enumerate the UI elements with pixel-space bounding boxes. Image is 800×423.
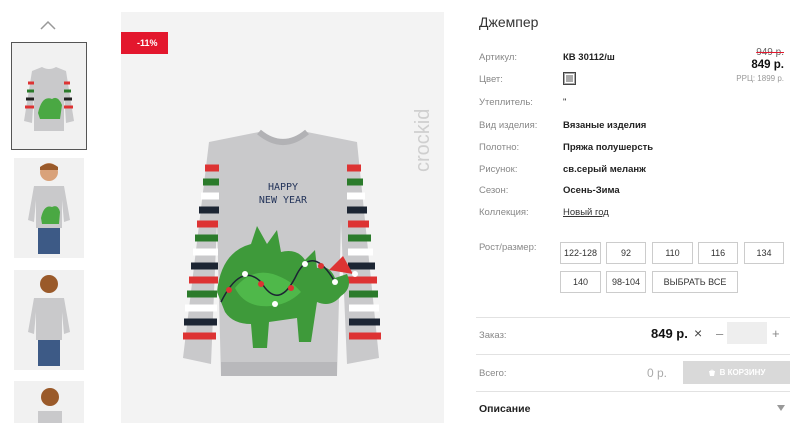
add-to-cart-label: В КОРЗИНУ (719, 368, 766, 377)
thumbnail-model-front[interactable] (14, 158, 84, 258)
thumbnail-model-side[interactable] (14, 381, 84, 423)
thumbnail-front[interactable] (11, 42, 87, 150)
product-main-image[interactable]: -11% crockid HAPPY NEW YEAR (121, 12, 444, 423)
quantity-increase-button[interactable]: + (772, 326, 780, 341)
thumbnail-front-image (12, 43, 86, 149)
pattern-label: Рисунок: (479, 164, 518, 175)
size-option-134[interactable]: 134 (744, 242, 784, 264)
sweater-text-line1: HAPPY (268, 182, 298, 193)
divider (476, 391, 790, 392)
divider (476, 317, 790, 318)
article-label: Артикул: (479, 52, 518, 63)
size-option-140[interactable]: 140 (560, 271, 601, 293)
recommended-retail-price: РРЦ: 1899 р. (736, 74, 784, 83)
fabric-value: Пряжа полушерсть (563, 142, 654, 153)
sweater-text-line2: NEW YEAR (259, 195, 308, 206)
fabric-label: Полотно: (479, 142, 520, 153)
order-price: 849 р. (651, 326, 688, 341)
thumbnail-model-back-image (14, 270, 84, 370)
article-value: КВ 30112/ш (563, 52, 615, 63)
size-option-92[interactable]: 92 (606, 242, 646, 264)
insulation-label: Утеплитель: (479, 97, 533, 108)
thumbnail-model-side-image (14, 381, 84, 423)
season-label: Сезон: (479, 185, 509, 196)
size-option-110[interactable]: 110 (652, 242, 693, 264)
sweater-illustration: HAPPY NEW YEAR (183, 129, 381, 376)
total-label: Всего: (479, 368, 507, 379)
pattern-value: св.серый меланж (563, 164, 646, 175)
chevron-down-icon[interactable] (777, 405, 785, 411)
description-toggle[interactable]: Описание (479, 403, 530, 415)
season-value: Осень-Зима (563, 185, 620, 196)
thumbnail-model-front-image (14, 158, 84, 258)
collection-label: Коллекция: (479, 207, 529, 218)
thumbnail-model-back[interactable] (14, 270, 84, 370)
chevron-up-icon[interactable] (40, 20, 56, 30)
insulation-value: " (563, 97, 567, 108)
quantity-input[interactable] (727, 322, 767, 344)
divider (476, 354, 790, 355)
collection-link[interactable]: Новый год (563, 207, 609, 218)
size-option-116[interactable]: 116 (698, 242, 738, 264)
type-label: Вид изделия: (479, 120, 538, 131)
total-value: 0 р. (647, 366, 668, 380)
cart-icon (708, 369, 715, 376)
color-label: Цвет: (479, 74, 503, 85)
select-all-sizes-button[interactable]: ВЫБРАТЬ ВСЕ (652, 271, 738, 293)
size-option-98-104[interactable]: 98-104 (606, 271, 646, 293)
old-price: 949 р. (756, 47, 784, 58)
current-price: 849 р. (751, 59, 784, 71)
size-option-122-128[interactable]: 122-128 (560, 242, 601, 264)
color-swatch[interactable] (563, 72, 576, 85)
order-label: Заказ: (479, 330, 507, 341)
product-details-panel: Джемпер Артикул: КВ 30112/ш Цвет: Утепли… (476, 0, 790, 423)
type-value: Вязаные изделия (563, 120, 647, 131)
product-title: Джемпер (479, 14, 539, 30)
quantity-decrease-button[interactable]: – (716, 326, 723, 341)
size-label: Рост/размер: (479, 242, 537, 253)
close-icon[interactable]: × (694, 325, 702, 341)
add-to-cart-button[interactable]: В КОРЗИНУ (683, 361, 790, 384)
